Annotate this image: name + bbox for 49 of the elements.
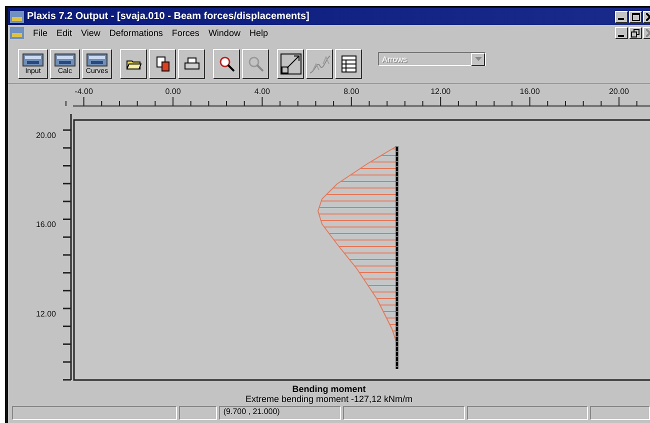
- tool-button[interactable]: [120, 49, 147, 79]
- curve-icon: [308, 54, 330, 74]
- diagram-subtitle: Extreme bending moment -127,12 kNm/m: [245, 394, 413, 404]
- menu-item[interactable]: Help: [249, 28, 268, 38]
- axis-label: 12.00: [36, 309, 56, 318]
- maximize-icon: [632, 12, 640, 20]
- axis-label: 8.00: [344, 87, 360, 96]
- folder-icon: [126, 58, 142, 70]
- status-panel: [179, 406, 218, 420]
- minimize-button[interactable]: [615, 10, 628, 22]
- axis-label: 16.00: [520, 87, 540, 96]
- app-icon: [10, 10, 24, 22]
- maximize-button[interactable]: [629, 10, 642, 22]
- tool-button[interactable]: [277, 49, 304, 79]
- menu-item[interactable]: Edit: [56, 28, 72, 38]
- restore-button[interactable]: [629, 27, 642, 39]
- screen-icon: [54, 53, 76, 67]
- magnifier-icon: [248, 56, 264, 72]
- axis-label: 4.00: [254, 87, 270, 96]
- diagram-title: Bending moment: [292, 384, 366, 394]
- resize-icon: [280, 53, 302, 75]
- screen-icon: [86, 53, 108, 67]
- axis-label: 0.00: [165, 87, 181, 96]
- tool-button[interactable]: [178, 49, 205, 79]
- menu-item[interactable]: View: [81, 28, 100, 38]
- coordinates-readout: (9.700 , 21.000): [219, 406, 341, 420]
- tool-button[interactable]: [213, 49, 240, 79]
- axis-label: 20.00: [36, 131, 56, 140]
- document-icon: [10, 27, 24, 39]
- tool-button[interactable]: [335, 49, 362, 79]
- menu-item[interactable]: Deformations: [109, 28, 163, 38]
- restore-icon: [631, 28, 640, 38]
- status-panel: [590, 406, 650, 420]
- axis-label: 12.00: [430, 87, 451, 96]
- axis-label: -4.00: [74, 87, 93, 96]
- menu-item[interactable]: Forces: [172, 28, 200, 38]
- screen-icon: [22, 53, 44, 67]
- menu-item[interactable]: Window: [208, 28, 240, 38]
- minimize-button[interactable]: [615, 27, 628, 39]
- magnifier-icon: [218, 56, 234, 72]
- caret-icon: [474, 57, 482, 61]
- tool-button[interactable]: [149, 49, 176, 79]
- printer-icon: [184, 57, 200, 71]
- axis-label: 16.00: [36, 220, 56, 230]
- table-icon: [340, 55, 356, 73]
- window-title: Plaxis 7.2 Output - [svaja.010 - Beam forces/displacements]: [27, 11, 310, 22]
- paste-icon: [154, 56, 170, 72]
- axis-label: 20.00: [608, 87, 630, 96]
- menu-item[interactable]: File: [33, 28, 48, 38]
